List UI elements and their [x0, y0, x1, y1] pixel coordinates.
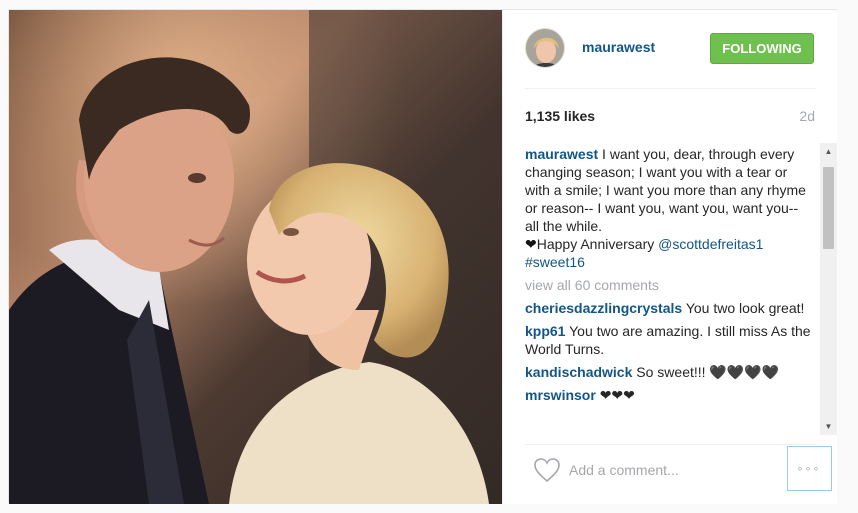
comments-list: maurawest I want you, dear, through ever… — [525, 145, 815, 431]
header-divider — [525, 88, 816, 89]
comment-input[interactable] — [569, 456, 779, 484]
hashtag-link[interactable]: #sweet16 — [525, 254, 585, 270]
scroll-down-arrow-icon[interactable]: ▼ — [820, 418, 837, 435]
list-item: mrswinsor ❤❤❤ — [525, 386, 815, 404]
scroll-up-arrow-icon[interactable]: ▲ — [820, 143, 837, 160]
like-heart-icon[interactable] — [533, 457, 561, 483]
following-button[interactable]: FOLLOWING — [710, 33, 814, 64]
comment-username[interactable]: kandischadwick — [525, 364, 632, 380]
comments-scrollbar[interactable]: ▲ ▼ — [820, 143, 837, 435]
comment-username[interactable]: mrswinsor — [525, 387, 596, 403]
comment-username[interactable]: kpp61 — [525, 323, 565, 339]
comment-text: So sweet!!! 🖤🖤🖤🖤 — [632, 364, 780, 380]
footer-divider — [525, 444, 816, 445]
caption-username[interactable]: maurawest — [525, 146, 598, 162]
post-photo[interactable] — [9, 10, 502, 504]
heart-outline-icon — [534, 458, 560, 483]
couple-photo — [9, 10, 502, 504]
comment-text: ❤❤❤ — [595, 387, 635, 403]
post-timestamp[interactable]: 2d — [799, 108, 815, 124]
mention-link[interactable]: @scottdefreitas1 — [658, 236, 763, 252]
list-item: kpp61 You two are amazing. I still miss … — [525, 322, 815, 358]
caption-anniversary: Happy Anniversary — [536, 236, 659, 252]
black-heart-icon: ❤ — [525, 236, 537, 252]
comment-username[interactable]: cheriesdazzlingcrystals — [525, 300, 682, 316]
scrollbar-thumb[interactable] — [823, 167, 834, 249]
more-options-button[interactable]: ◦◦◦ — [787, 446, 832, 491]
username-link[interactable]: maurawest — [582, 39, 655, 55]
view-all-comments-link[interactable]: view all 60 comments — [525, 276, 815, 294]
avatar-image — [526, 29, 564, 67]
post-header: maurawest FOLLOWING — [503, 10, 838, 88]
comment-text: You two are amazing. I still miss As the… — [525, 323, 811, 357]
list-item: kandischadwick So sweet!!! 🖤🖤🖤🖤 — [525, 363, 815, 381]
post-sidebar: maurawest FOLLOWING 1,135 likes 2d maura… — [502, 10, 837, 504]
avatar[interactable] — [525, 28, 565, 68]
comment-text: You two look great! — [682, 300, 805, 316]
list-item: cheriesdazzlingcrystals You two look gre… — [525, 299, 815, 317]
likes-count[interactable]: 1,135 likes — [525, 108, 595, 124]
caption: maurawest I want you, dear, through ever… — [525, 145, 815, 271]
post-frame: maurawest FOLLOWING 1,135 likes 2d maura… — [8, 9, 837, 504]
